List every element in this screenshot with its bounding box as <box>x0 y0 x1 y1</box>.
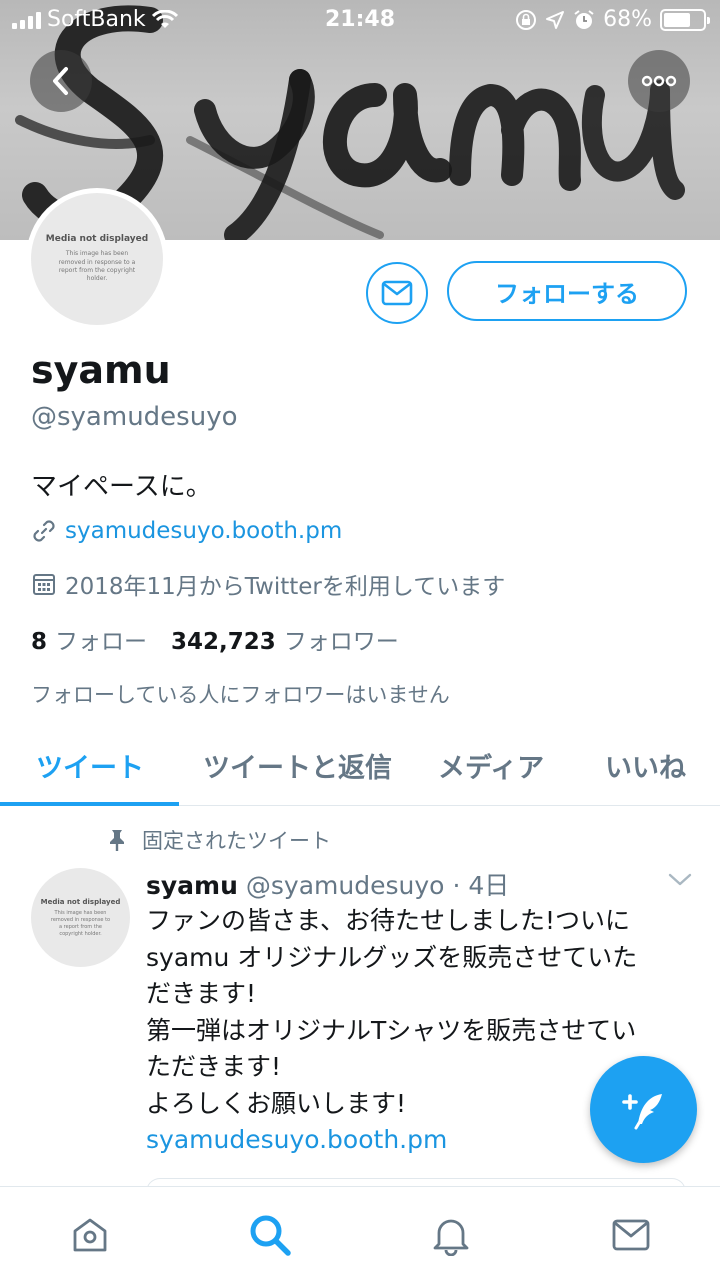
envelope-icon <box>612 1219 650 1251</box>
compose-tweet-button[interactable] <box>590 1056 697 1163</box>
followers-stat[interactable]: 342,723 フォロワー <box>171 622 399 656</box>
tab-tweets[interactable]: ツイート <box>36 746 144 785</box>
status-bar: SoftBank 21:48 68% <box>0 0 720 40</box>
status-right: 68% <box>515 7 710 32</box>
active-tab-indicator <box>0 802 179 806</box>
nav-home[interactable] <box>68 1213 112 1257</box>
compose-icon <box>621 1093 662 1129</box>
joined-date-row: 2018年11月からTwitterを利用しています <box>31 567 505 601</box>
following-label: フォロー <box>55 629 148 655</box>
follow-button[interactable]: フォローする <box>447 261 687 321</box>
tweet-avatar[interactable]: Media not displayed This image has been … <box>31 868 130 967</box>
media-not-displayed-title: Media not displayed <box>40 897 121 906</box>
tweet-header: syamu @syamudesuyo · 4日 <box>146 866 509 902</box>
tab-likes[interactable]: いいね <box>605 746 686 785</box>
media-not-displayed-text: This image has been removed in response … <box>58 250 136 283</box>
tab-tweets-and-replies[interactable]: ツイートと返信 <box>203 746 392 785</box>
pin-icon <box>110 830 124 851</box>
tweet-line: syamu オリジナルグッズを販売させていた <box>146 942 638 972</box>
profile-handle: @syamudesuyo <box>31 402 238 432</box>
envelope-icon <box>381 280 413 306</box>
more-button[interactable] <box>628 50 690 112</box>
nav-search[interactable] <box>248 1213 292 1257</box>
battery-icon <box>660 8 710 31</box>
tab-media[interactable]: メディア <box>438 746 544 785</box>
profile-avatar[interactable]: Media not displayed This image has been … <box>26 188 168 330</box>
profile-name: syamu <box>31 348 171 392</box>
search-icon <box>250 1215 291 1256</box>
tweet-menu-button[interactable] <box>668 872 692 891</box>
profile-link[interactable]: syamudesuyo.booth.pm <box>65 518 342 544</box>
chevron-left-icon <box>53 67 68 95</box>
calendar-icon <box>33 574 55 595</box>
tweet-time: · 4日 <box>452 871 510 900</box>
following-count: 8 <box>31 629 48 655</box>
nav-notifications[interactable] <box>429 1213 473 1257</box>
media-not-displayed-text: This image has been removed in response … <box>50 909 111 937</box>
tweet-author-name[interactable]: syamu <box>146 871 238 900</box>
bell-icon <box>433 1219 469 1256</box>
followers-count: 342,723 <box>171 629 276 655</box>
media-not-displayed-title: Media not displayed <box>45 234 149 245</box>
alarm-icon <box>574 9 594 29</box>
location-icon <box>546 10 565 29</box>
follow-counts: 8 フォロー 342,723 フォロワー <box>31 622 399 656</box>
tweet-author-handle[interactable]: @syamudesuyo <box>246 871 445 900</box>
nav-messages[interactable] <box>609 1213 653 1257</box>
joined-date: 2018年11月からTwitterを利用しています <box>65 574 506 600</box>
home-icon <box>73 1218 107 1252</box>
following-stat[interactable]: 8 フォロー <box>31 622 147 656</box>
profile-link-row: syamudesuyo.booth.pm <box>31 518 342 544</box>
tweet-line: 第一弾はオリジナルTシャツを販売させてい <box>146 1015 637 1045</box>
more-icon <box>641 75 677 87</box>
followers-you-know-note: フォローしている人にフォロワーはいません <box>31 683 450 707</box>
link-icon <box>33 520 55 542</box>
followers-label: フォロワー <box>283 629 399 655</box>
profile-tabs: ツイート ツイートと返信 メディア いいね <box>0 726 720 806</box>
profile-bio: マイペースに。 <box>31 472 212 502</box>
avatar-placeholder: Media not displayed This image has been … <box>31 193 163 325</box>
bottom-navigation <box>0 1186 720 1280</box>
pinned-label: 固定されたツイート <box>106 825 331 855</box>
pinned-label-text: 固定されたツイート <box>142 829 331 853</box>
tweet-line: ファンの皆さま、お待たせしました!ついに <box>146 906 631 935</box>
rotation-lock-icon <box>516 9 537 30</box>
back-button[interactable] <box>30 50 92 112</box>
battery-percent: 68% <box>603 7 652 32</box>
chevron-down-icon <box>668 873 692 886</box>
message-button[interactable] <box>366 262 428 324</box>
tweet-line: だきます! <box>146 979 257 1008</box>
